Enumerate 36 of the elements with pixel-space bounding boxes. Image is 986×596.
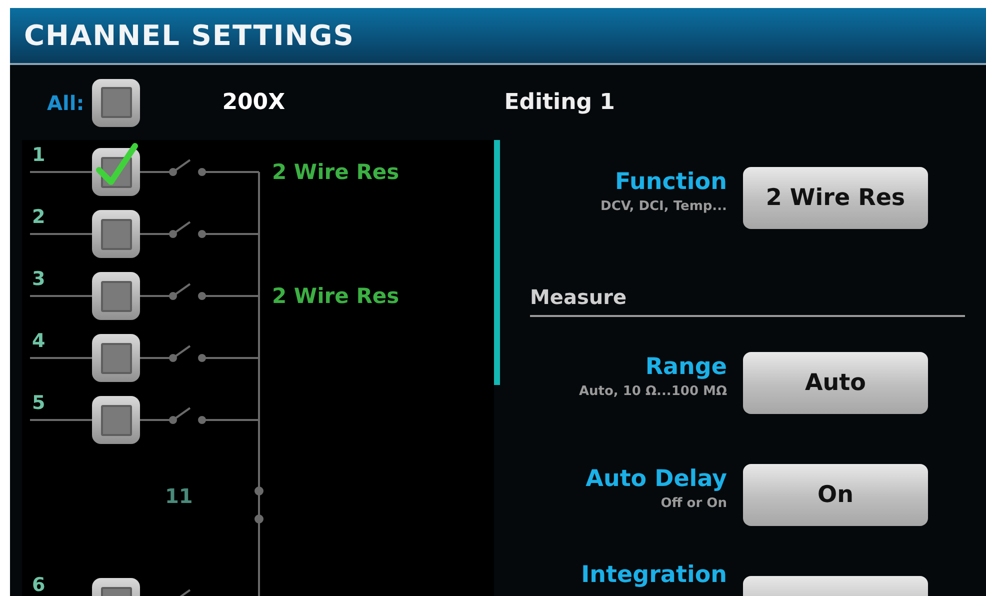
scrollbar[interactable] (494, 140, 500, 385)
wire-line (30, 295, 92, 297)
setting-hint: Auto, 10 Ω...100 MΩ (578, 384, 727, 399)
wire-line (30, 357, 92, 359)
all-label: All: (47, 90, 84, 114)
channel-function: 2 Wire Res (272, 160, 400, 184)
wire-line (30, 233, 92, 235)
window-title: CHANNEL SETTINGS (24, 19, 354, 52)
setting-label: Auto Delay (586, 466, 727, 492)
channel-number: 3 (31, 268, 46, 290)
channel-number: 1 (31, 144, 46, 166)
checkbox[interactable] (92, 396, 140, 444)
bus-label: 11 (165, 484, 193, 508)
channel-number: 2 (31, 206, 46, 228)
value-button[interactable]: On (743, 464, 928, 526)
value-button[interactable]: 2 Wire Res (743, 167, 928, 229)
setting-hint: DCV, DCI, Temp... (600, 199, 727, 214)
checkbox[interactable] (92, 78, 140, 126)
checkbox[interactable] (92, 210, 140, 258)
channel-number: 5 (31, 392, 46, 414)
setting-label: Range (645, 354, 727, 380)
setting-label: Integration (581, 562, 727, 588)
channel-function: 2 Wire Res (272, 284, 400, 308)
wire-line (30, 171, 92, 173)
value-button[interactable]: Auto (743, 352, 928, 414)
checkbox[interactable] (92, 334, 140, 382)
channel-number: 6 (31, 574, 46, 596)
check-icon (96, 142, 138, 186)
channel-number: 4 (31, 330, 46, 352)
checkbox[interactable] (92, 272, 140, 320)
setting-hint: Off or On (660, 496, 727, 511)
setting-label: Function (614, 169, 727, 195)
editing-label: Editing 1 (504, 90, 615, 115)
wire-line (30, 419, 92, 421)
section-heading: Measure (530, 285, 627, 309)
card-label: 200X (222, 90, 286, 115)
